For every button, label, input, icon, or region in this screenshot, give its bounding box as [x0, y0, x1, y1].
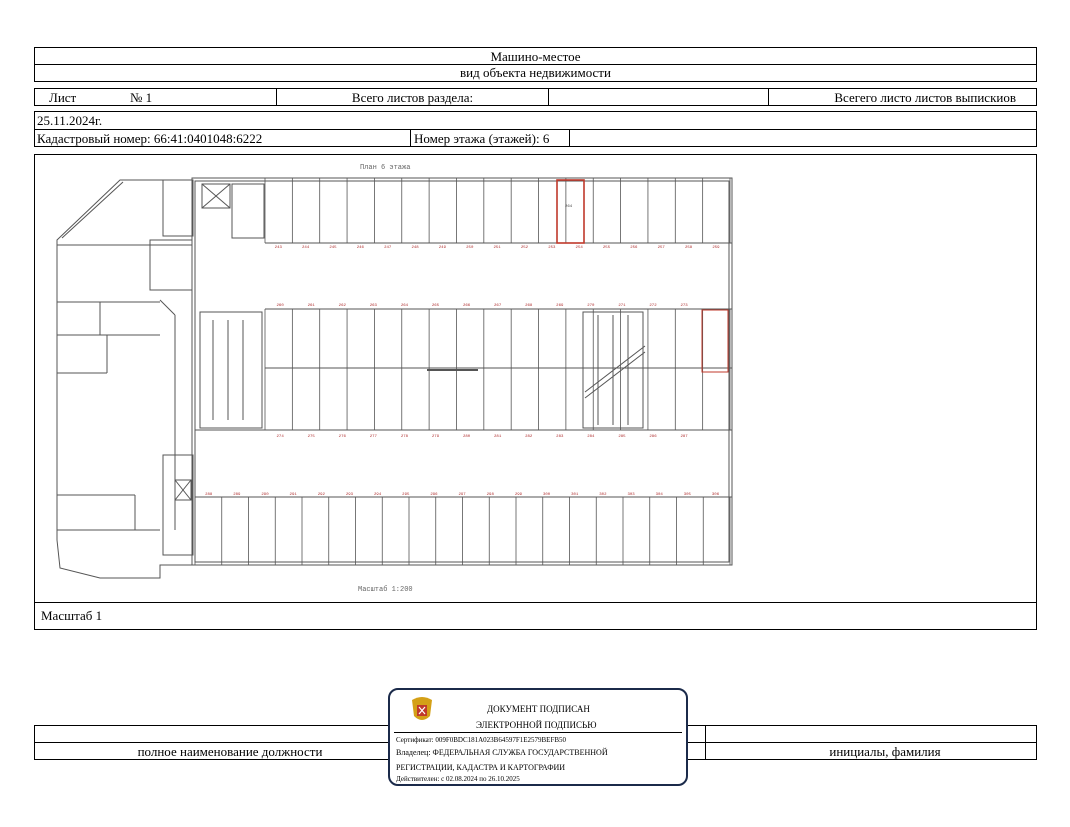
position-label: полное наименование должности [137, 744, 323, 759]
signature-divider [705, 726, 706, 759]
stall-number: 290 [261, 493, 269, 497]
stall-number: 268 [525, 304, 533, 308]
stall-number: 247 [384, 246, 392, 250]
stall-number: 299 [515, 493, 523, 497]
stall-number: 270 [587, 304, 595, 308]
stall-number: 255 [603, 246, 611, 250]
coat-of-arms-icon [412, 697, 432, 720]
stall-number: 274 [277, 435, 285, 439]
stall-number: 283 [556, 435, 564, 439]
stall-number: 271 [618, 304, 626, 308]
stall-number: 245 [329, 246, 337, 250]
stall-number: 269 [556, 304, 564, 308]
stall-number: 249 [439, 246, 447, 250]
stall-number: 260 [277, 304, 285, 308]
stamp-line1: ДОКУМЕНТ ПОДПИСАН [487, 704, 590, 714]
stall-number: 301 [571, 493, 579, 497]
stall-number: 266 [463, 304, 471, 308]
stall-number: 256 [630, 246, 638, 250]
stall-number: 280 [463, 435, 471, 439]
stall-number: 257 [658, 246, 666, 250]
highlight-label: 264 [565, 205, 573, 209]
stall-number: 300 [543, 493, 551, 497]
stall-number: 267 [494, 304, 502, 308]
stall-number: 244 [302, 246, 310, 250]
stall-number: 302 [599, 493, 607, 497]
stall-number: 294 [374, 493, 382, 497]
stamp-line2: ЭЛЕКТРОННОЙ ПОДПИСЬЮ [476, 720, 597, 730]
stall-number: 273 [680, 304, 688, 308]
stall-number: 251 [494, 246, 502, 250]
stall-number: 277 [370, 435, 378, 439]
stall-number: 288 [205, 493, 213, 497]
stall-number: 259 [712, 246, 720, 250]
stall-number: 297 [459, 493, 467, 497]
stall-number: 293 [346, 493, 354, 497]
stamp-owner2: РЕГИСТРАЦИИ, КАДАСТРА И КАРТОГРАФИИ [396, 763, 566, 772]
stall-number: 264 [401, 304, 409, 308]
stall-number: 254 [576, 246, 584, 250]
plan-scale-caption: Масштаб 1:200 [358, 585, 413, 594]
stall-number: 265 [432, 304, 440, 308]
stall-number: 262 [339, 304, 347, 308]
stall-number: 275 [308, 435, 316, 439]
stamp-valid: Действителен: с 02.08.2024 по 26.10.2025 [396, 775, 520, 783]
stall-number: 285 [618, 435, 626, 439]
stall-number: 287 [680, 435, 688, 439]
stall-number: 263 [370, 304, 378, 308]
stall-number: 292 [318, 493, 326, 497]
plan-title: План 6 этажа [360, 164, 410, 172]
stall-number: 278 [401, 435, 409, 439]
stall-number: 306 [712, 493, 720, 497]
stall-number: 279 [432, 435, 440, 439]
stall-number: 298 [487, 493, 495, 497]
stall-number: 253 [548, 246, 556, 250]
stall-number: 281 [494, 435, 502, 439]
stall-number: 289 [233, 493, 241, 497]
stall-number: 243 [275, 246, 283, 250]
stall-number: 286 [649, 435, 657, 439]
stamp-rule [394, 732, 682, 733]
stall-number: 305 [684, 493, 692, 497]
stall-number: 296 [430, 493, 438, 497]
e-signature-stamp: ДОКУМЕНТ ПОДПИСАН ЭЛЕКТРОННОЙ ПОДПИСЬЮ С… [388, 688, 688, 786]
stall-number: 261 [308, 304, 316, 308]
name-label: инициалы, фамилия [829, 744, 941, 759]
stall-number: 250 [466, 246, 474, 250]
stall-number: 272 [649, 304, 657, 308]
stall-number: 284 [587, 435, 595, 439]
stamp-certificate: Сертификат: 009F0BDC181A023B64597F1E2579… [396, 736, 567, 744]
stamp-owner1: Владелец: ФЕДЕРАЛЬНАЯ СЛУЖБА ГОСУДАРСТВЕ… [396, 748, 608, 757]
stall-number: 303 [627, 493, 635, 497]
stall-number: 291 [290, 493, 298, 497]
stall-number: 295 [402, 493, 410, 497]
stall-number: 258 [685, 246, 693, 250]
stall-number: 248 [411, 246, 419, 250]
stall-number: 276 [339, 435, 347, 439]
stall-number: 246 [357, 246, 365, 250]
stall-number: 252 [521, 246, 529, 250]
stall-number: 304 [656, 493, 664, 497]
stall-number: 282 [525, 435, 533, 439]
